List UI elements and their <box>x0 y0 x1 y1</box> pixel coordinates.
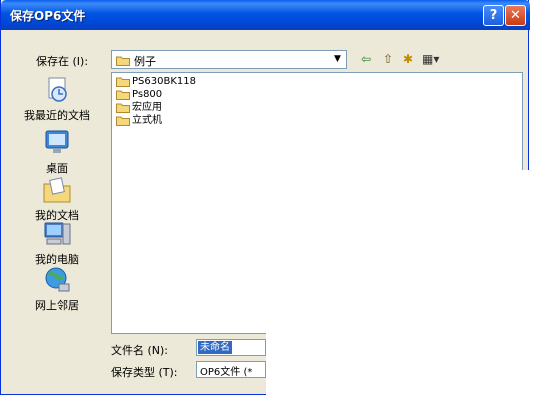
place-my-computer[interactable]: 我的电脑 <box>7 220 107 267</box>
file-name: 立式机 <box>132 115 162 126</box>
place-label: 我最近的文档 <box>24 109 90 122</box>
window-title: 保存OP6文件 <box>10 9 86 23</box>
back-icon[interactable]: ⇦ <box>361 51 371 67</box>
filename-value: 未命名 <box>198 341 232 354</box>
save-in-value: 例子 <box>134 55 156 68</box>
folder-icon <box>116 116 130 126</box>
my-computer-icon <box>44 222 71 245</box>
filename-input[interactable]: 未命名 <box>196 339 266 356</box>
folder-icon <box>116 90 130 100</box>
place-recent[interactable]: 我最近的文档 <box>7 76 107 123</box>
title-bar[interactable]: 保存OP6文件 ? ✕ <box>1 0 530 30</box>
places-bar: 我最近的文档 桌面 我的文档 我的电脑 网上邻居 <box>7 72 107 330</box>
help-button[interactable]: ? <box>483 5 504 26</box>
file-name: PS630BK118 <box>132 76 196 87</box>
place-desktop[interactable]: 桌面 <box>7 129 107 176</box>
file-name: 宏应用 <box>132 102 162 113</box>
desktop-icon <box>45 130 69 153</box>
save-in-dropdown[interactable]: 例子 ▼ <box>111 50 347 69</box>
place-label: 网上邻居 <box>35 299 79 312</box>
folder-icon <box>116 77 130 87</box>
place-label: 我的电脑 <box>35 253 79 266</box>
filetype-value: OP6文件 (* <box>200 367 253 378</box>
chevron-down-icon[interactable]: ▼ <box>330 52 345 67</box>
new-folder-icon[interactable]: ✱ <box>403 51 413 67</box>
place-label: 桌面 <box>46 162 68 175</box>
save-in-label: 保存在 (I): <box>36 55 89 68</box>
blank-region-bottom <box>266 313 556 403</box>
file-name: Ps800 <box>132 89 163 100</box>
filetype-label: 保存类型 (T): <box>111 366 178 379</box>
recent-documents-icon <box>48 77 67 102</box>
filename-label: 文件名 (N): <box>111 344 169 357</box>
folder-icon <box>116 103 130 113</box>
file-list[interactable]: PS630BK118 Ps800 宏应用 立式机 <box>111 72 523 334</box>
list-item[interactable]: PS630BK118 <box>116 76 196 88</box>
place-my-documents[interactable]: 我的文档 <box>7 176 107 223</box>
close-button[interactable]: ✕ <box>505 5 526 26</box>
network-places-icon <box>45 267 70 292</box>
folder-icon <box>116 56 130 66</box>
list-item[interactable]: Ps800 <box>116 89 162 101</box>
view-menu-icon[interactable]: ▦▾ <box>422 51 439 67</box>
list-item[interactable]: 立式机 <box>116 115 162 127</box>
list-item[interactable]: 宏应用 <box>116 102 162 114</box>
filetype-dropdown[interactable]: OP6文件 (* <box>196 361 266 378</box>
my-documents-icon <box>43 177 71 203</box>
up-folder-icon[interactable]: ⇧ <box>383 51 393 67</box>
place-network[interactable]: 网上邻居 <box>7 266 107 313</box>
